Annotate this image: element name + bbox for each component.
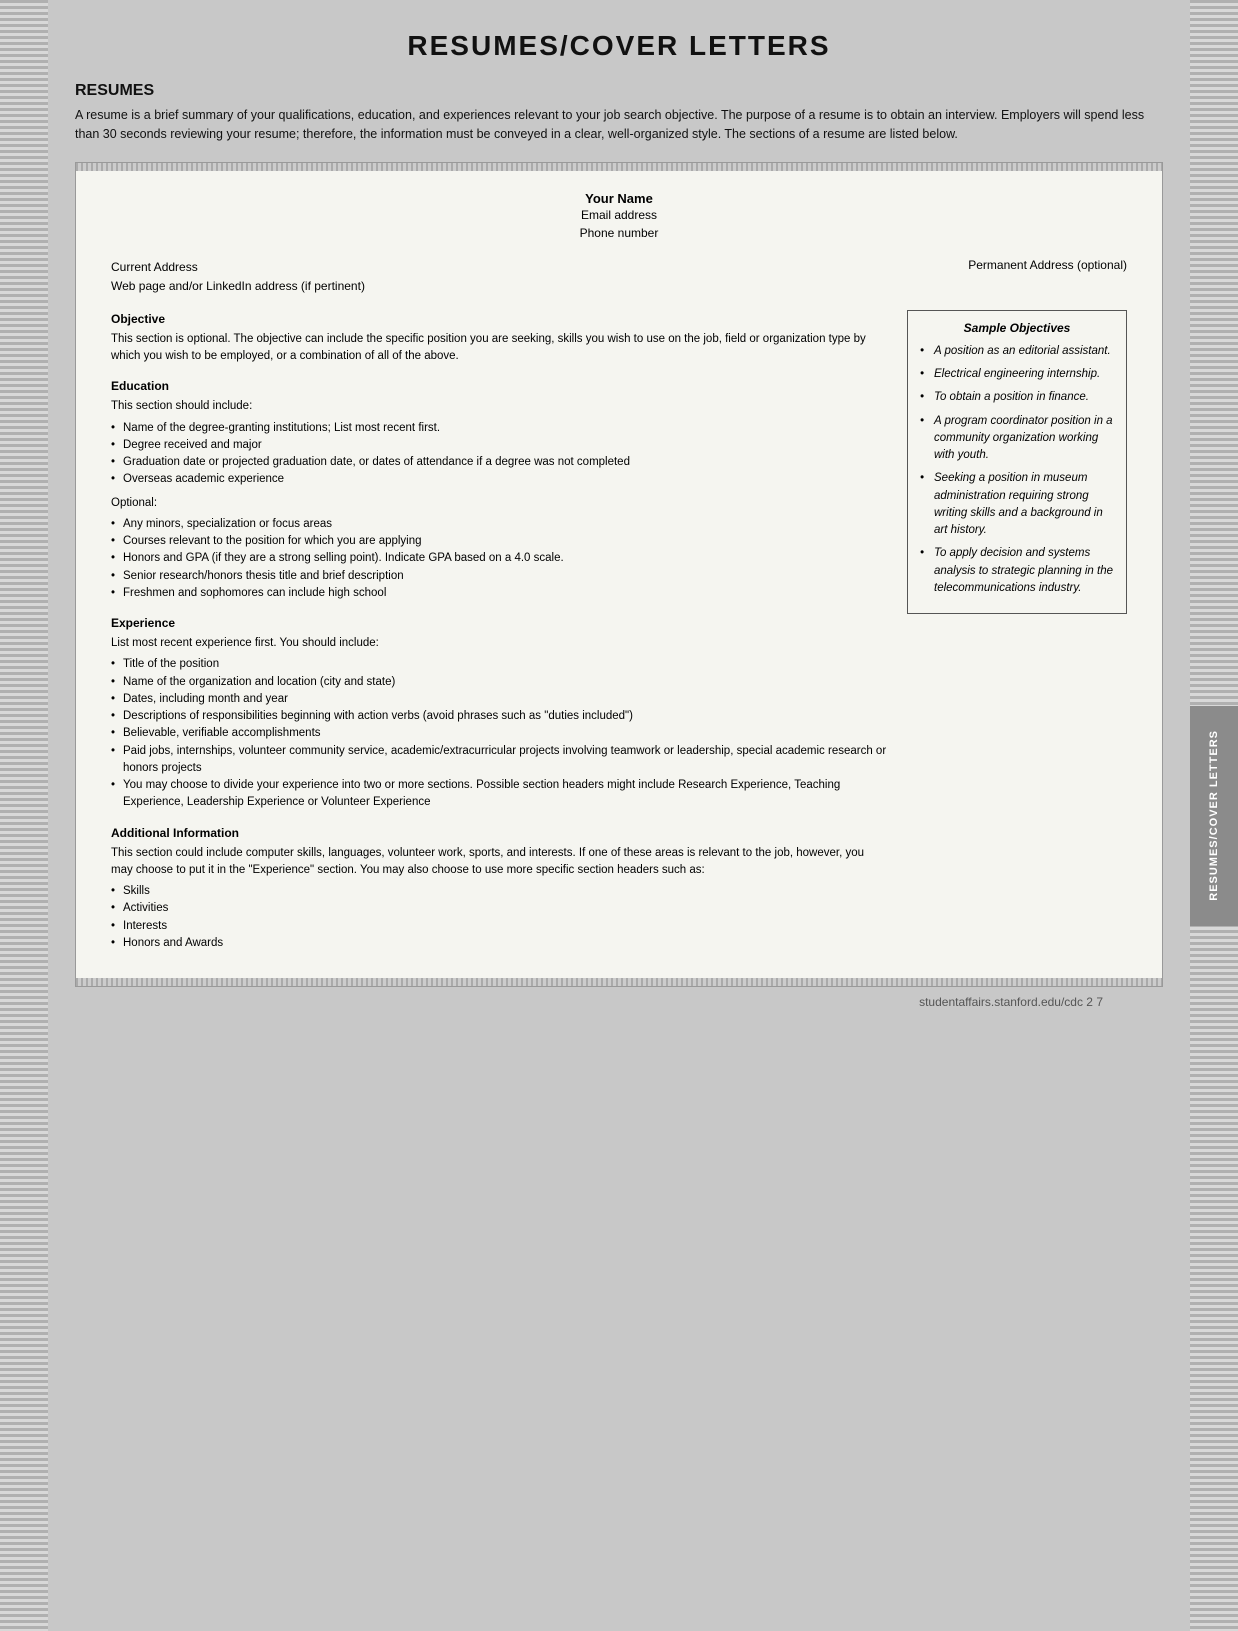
edu-opt-bullet-4: Senior research/honors thesis title and …: [111, 568, 887, 585]
phone-line: Phone number: [111, 224, 1127, 242]
edu-bullet-3: Graduation date or projected graduation …: [111, 454, 887, 471]
sample-objectives-title: Sample Objectives: [920, 321, 1114, 335]
education-optional-bullets: Any minors, specialization or focus area…: [111, 516, 887, 602]
additional-bullets: Skills Activities Interests Honors and A…: [111, 883, 887, 952]
edu-opt-bullet-2: Courses relevant to the position for whi…: [111, 533, 887, 550]
right-decorative-strip: RESUMES/COVER LETTERS: [1190, 0, 1238, 1631]
sample-objectives-box: Sample Objectives A position as an edito…: [907, 310, 1127, 614]
education-intro: This section should include:: [111, 398, 887, 415]
edu-opt-bullet-5: Freshmen and sophomores can include high…: [111, 585, 887, 602]
edu-opt-bullet-1: Any minors, specialization or focus area…: [111, 516, 887, 533]
current-address-block: Current Address Web page and/or LinkedIn…: [111, 258, 365, 296]
experience-bullets: Title of the position Name of the organi…: [111, 656, 887, 811]
web-address-line: Web page and/or LinkedIn address (if per…: [111, 277, 365, 296]
page-wrapper: RESUMES/COVER LETTERS RESUMES/COVER LETT…: [0, 0, 1238, 1631]
sample-obj-1: A position as an editorial assistant.: [920, 343, 1114, 360]
email-line: Email address: [111, 206, 1127, 224]
additional-title: Additional Information: [111, 824, 887, 842]
vertical-tab: RESUMES/COVER LETTERS: [1190, 706, 1238, 926]
doc-top-bar: [76, 163, 1162, 171]
edu-opt-bullet-3: Honors and GPA (if they are a strong sel…: [111, 550, 887, 567]
permanent-address-label: Permanent Address (optional): [968, 258, 1127, 296]
your-name: Your Name: [111, 191, 1127, 206]
sample-obj-2: Electrical engineering internship.: [920, 366, 1114, 383]
doc-bottom-bar: [76, 978, 1162, 986]
main-content: RESUMES/COVER LETTERS RESUMES A resume i…: [55, 0, 1183, 1039]
experience-intro: List most recent experience first. You s…: [111, 635, 887, 652]
add-bullet-4: Honors and Awards: [111, 935, 887, 952]
footer-line: studentaffairs.stanford.edu/cdc 2 7: [75, 995, 1163, 1009]
exp-bullet-2: Name of the organization and location (c…: [111, 674, 887, 691]
add-bullet-3: Interests: [111, 918, 887, 935]
doc-body: Objective This section is optional. The …: [111, 310, 1127, 958]
doc-address-row: Current Address Web page and/or LinkedIn…: [111, 258, 1127, 296]
additional-text: This section could include computer skil…: [111, 845, 887, 880]
page-title: RESUMES/COVER LETTERS: [75, 30, 1163, 62]
exp-bullet-6: Paid jobs, internships, volunteer commun…: [111, 743, 887, 778]
sample-obj-6: To apply decision and systems analysis t…: [920, 545, 1114, 597]
doc-main-column: Objective This section is optional. The …: [111, 310, 887, 958]
left-decorative-strip: [0, 0, 48, 1631]
experience-title: Experience: [111, 614, 887, 632]
exp-bullet-4: Descriptions of responsibilities beginni…: [111, 708, 887, 725]
sample-obj-3: To obtain a position in finance.: [920, 389, 1114, 406]
optional-label: Optional:: [111, 495, 887, 512]
objective-text: This section is optional. The objective …: [111, 331, 887, 366]
sample-obj-5: Seeking a position in museum administrat…: [920, 470, 1114, 539]
objective-title: Objective: [111, 310, 887, 328]
vertical-tab-text: RESUMES/COVER LETTERS: [1208, 730, 1220, 901]
exp-bullet-3: Dates, including month and year: [111, 691, 887, 708]
education-title: Education: [111, 377, 887, 395]
add-bullet-1: Skills: [111, 883, 887, 900]
edu-bullet-2: Degree received and major: [111, 437, 887, 454]
education-bullets: Name of the degree-granting institutions…: [111, 420, 887, 489]
edu-bullet-1: Name of the degree-granting institutions…: [111, 420, 887, 437]
sample-obj-4: A program coordinator position in a comm…: [920, 413, 1114, 465]
doc-sidebar: Sample Objectives A position as an edito…: [907, 310, 1127, 958]
sample-objectives-list: A position as an editorial assistant. El…: [920, 343, 1114, 597]
current-address-label: Current Address: [111, 258, 365, 277]
add-bullet-2: Activities: [111, 900, 887, 917]
resume-document-box: Your Name Email address Phone number Cur…: [75, 162, 1163, 988]
resumes-intro: A resume is a brief summary of your qual…: [75, 106, 1163, 144]
exp-bullet-5: Believable, verifiable accomplishments: [111, 725, 887, 742]
doc-header: Your Name Email address Phone number: [111, 191, 1127, 242]
resumes-heading: RESUMES: [75, 82, 1163, 100]
edu-bullet-4: Overseas academic experience: [111, 471, 887, 488]
exp-bullet-7: You may choose to divide your experience…: [111, 777, 887, 812]
exp-bullet-1: Title of the position: [111, 656, 887, 673]
